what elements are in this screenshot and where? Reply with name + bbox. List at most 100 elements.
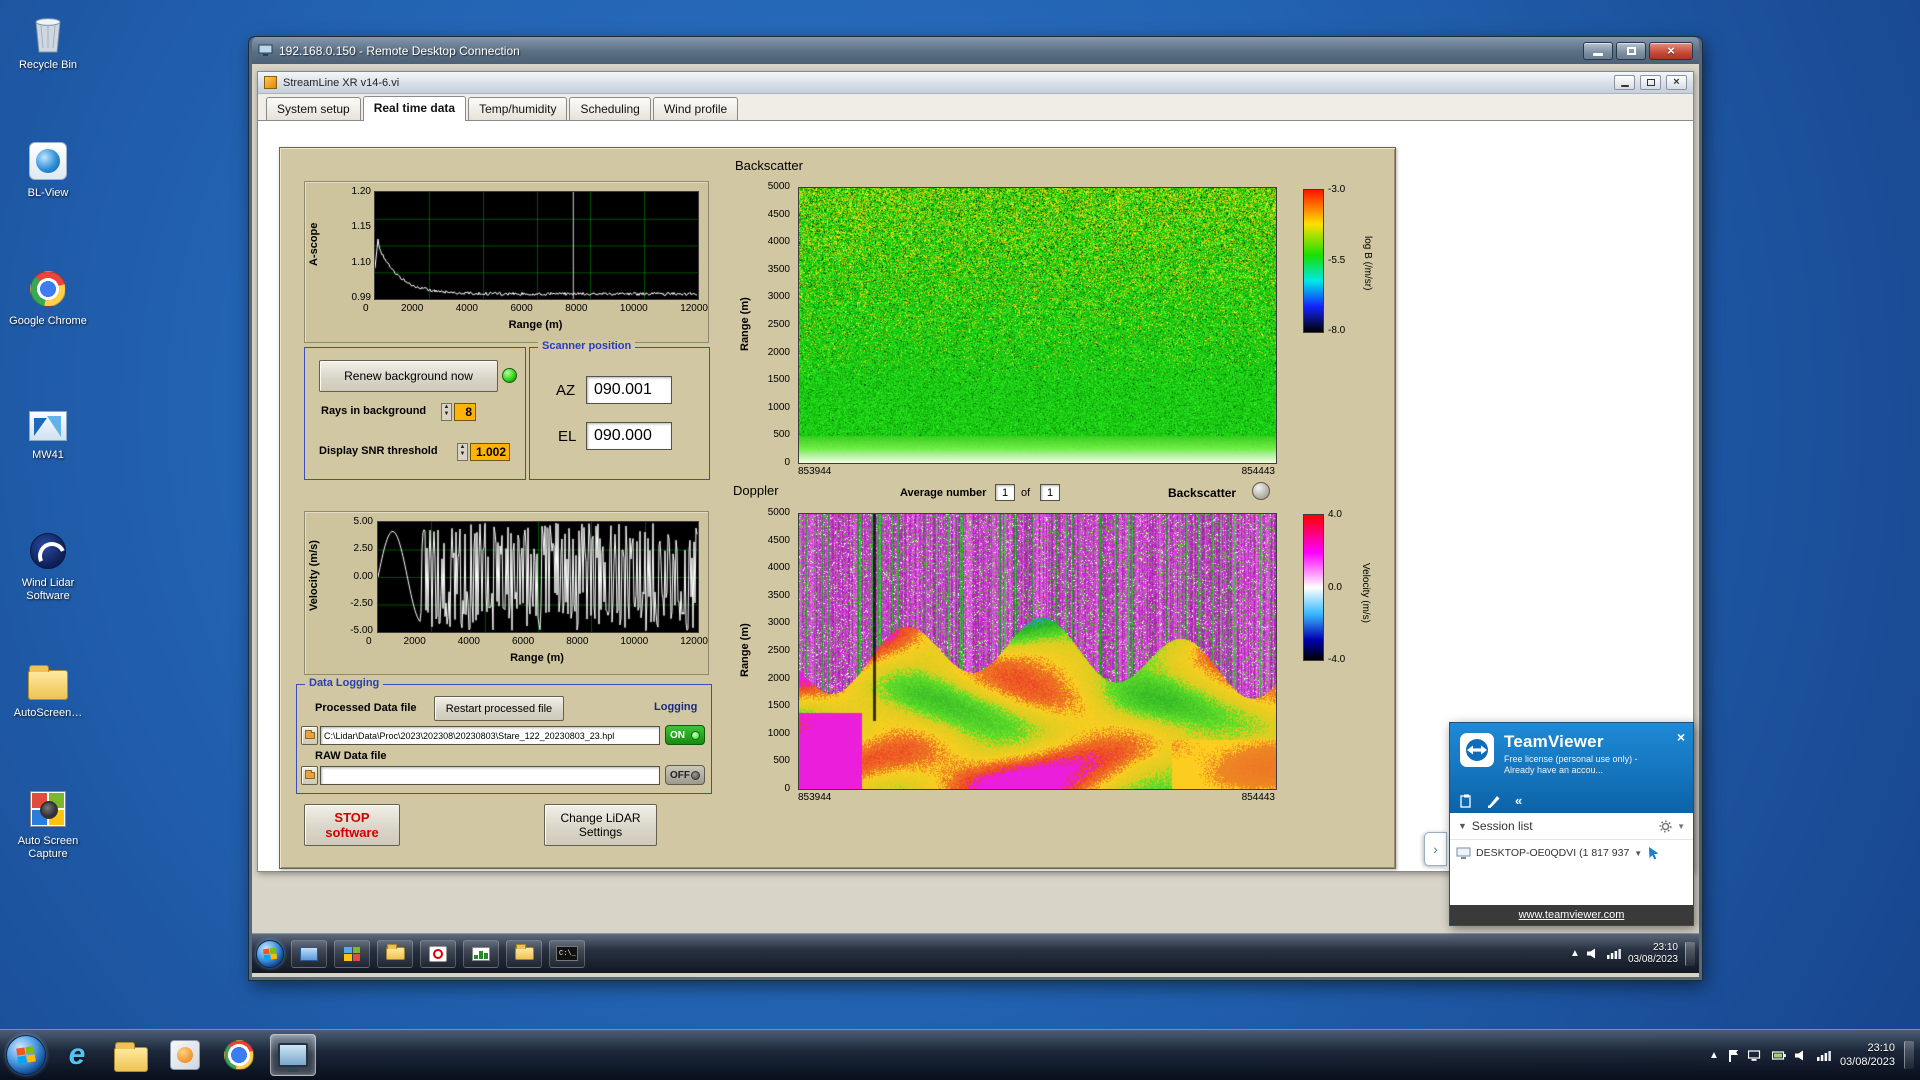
vi-close-button[interactable]: × <box>1666 75 1687 90</box>
renew-status-led <box>502 368 517 383</box>
rays-spinner[interactable]: ▲ ▼ <box>441 403 452 421</box>
desktop-icon-wind-lidar[interactable]: Wind Lidar Software <box>2 528 94 603</box>
folder-icon <box>114 1047 148 1072</box>
session-list-row[interactable]: ▼ Session list ▼ <box>1450 813 1693 840</box>
taskbar-rdp-icon-active[interactable] <box>270 1034 316 1076</box>
teamviewer-link[interactable]: www.teamviewer.com <box>1519 909 1625 921</box>
desktop-icon-autoscreen[interactable]: AutoScreen… <box>2 658 94 720</box>
renew-background-button[interactable]: Renew background now <box>319 360 498 392</box>
tray-volume-icon[interactable] <box>1795 1050 1808 1061</box>
vi-maximize-button[interactable] <box>1640 75 1661 90</box>
taskbar-media-player-icon[interactable] <box>162 1034 208 1076</box>
remote-tray-expand-icon[interactable]: ▲ <box>1570 948 1580 959</box>
remote-taskbar-power-app-icon[interactable] <box>420 940 456 968</box>
change-lidar-settings-button[interactable]: Change LiDAR Settings <box>544 804 657 846</box>
doppler-colorbar-label: Velocity (m/s) <box>1360 523 1371 663</box>
processed-logging-toggle[interactable]: ON <box>665 725 705 745</box>
stop-software-button[interactable]: STOP software <box>304 804 400 846</box>
remote-desktop-icon <box>278 1043 308 1067</box>
taskbar-clock[interactable]: 23:10 03/08/2023 <box>1840 1041 1895 1069</box>
tab-temp-humidity[interactable]: Temp/humidity <box>468 97 567 120</box>
average-of-field[interactable]: 1 <box>1040 484 1060 501</box>
rdp-maximize-button[interactable] <box>1616 42 1646 60</box>
desktop-icon-label: Wind Lidar Software <box>2 577 94 603</box>
el-label: EL <box>558 428 576 445</box>
desktop-icon-google-chrome[interactable]: Google Chrome <box>2 266 94 328</box>
system-tray: ▲ 23:10 03/08/2023 <box>1709 1041 1914 1069</box>
rdp-titlebar[interactable]: 192.168.0.150 - Remote Desktop Connectio… <box>252 37 1699 64</box>
desktop-icon-bl-view[interactable]: BL-View <box>2 138 94 200</box>
desktop-icon-auto-screen-capture[interactable]: Auto Screen Capture <box>2 786 94 861</box>
streamline-title: StreamLine XR v14-6.vi <box>283 77 1606 89</box>
host-taskbar: e ▲ 23:10 03/08/2023 <box>0 1029 1920 1080</box>
tray-flag-icon[interactable] <box>1728 1049 1739 1062</box>
remote-show-desktop-button[interactable] <box>1685 942 1695 966</box>
change-line2: Settings <box>579 825 622 839</box>
processed-path-browse-button[interactable] <box>301 726 318 745</box>
brush-icon[interactable] <box>1487 794 1501 808</box>
snr-spinner[interactable]: ▲ ▼ <box>457 443 468 461</box>
tab-wind-profile[interactable]: Wind profile <box>653 97 738 120</box>
el-value-field[interactable]: 090.000 <box>586 422 672 450</box>
tray-battery-icon[interactable] <box>1772 1050 1786 1061</box>
desktop-icon-label: Recycle Bin <box>2 59 94 72</box>
chevron-down-icon: ▼ <box>1458 821 1467 831</box>
show-desktop-button[interactable] <box>1904 1041 1914 1069</box>
teamviewer-collapse-tab[interactable]: › <box>1424 832 1447 866</box>
clipboard-icon[interactable] <box>1460 794 1473 808</box>
remote-network-icon[interactable] <box>1607 948 1621 959</box>
taskbar-chrome-icon[interactable] <box>216 1034 262 1076</box>
taskbar-ie-icon[interactable]: e <box>54 1034 100 1076</box>
tab-system-setup[interactable]: System setup <box>266 97 361 120</box>
processed-data-file-label: Processed Data file <box>315 702 417 714</box>
gear-icon[interactable] <box>1659 820 1672 833</box>
tab-scheduling[interactable]: Scheduling <box>569 97 650 120</box>
remote-clock[interactable]: 23:10 03/08/2023 <box>1628 942 1678 966</box>
rdp-minimize-button[interactable] <box>1583 42 1613 60</box>
on-led <box>691 731 700 740</box>
raw-path-browse-button[interactable] <box>301 766 318 785</box>
remote-volume-icon[interactable] <box>1587 948 1600 959</box>
teamviewer-footer: www.teamviewer.com <box>1450 905 1693 925</box>
az-value-field[interactable]: 090.001 <box>586 376 672 404</box>
taskbar-explorer-icon[interactable] <box>108 1034 154 1076</box>
backscatter-toggle[interactable] <box>1252 482 1270 500</box>
on-label: ON <box>670 730 685 741</box>
off-label: OFF <box>670 770 690 781</box>
auto-screen-capture-icon <box>25 786 71 832</box>
desktop-icon-recycle-bin[interactable]: Recycle Bin <box>2 10 94 72</box>
average-number-field[interactable]: 1 <box>995 484 1015 501</box>
backscatter-colorbar-label: log B (/m/sr) <box>1362 193 1373 333</box>
streamline-titlebar[interactable]: StreamLine XR v14-6.vi × <box>258 72 1693 94</box>
velocity-y-axis-label: Velocity (m/s) <box>308 521 320 631</box>
vi-minimize-button[interactable] <box>1614 75 1635 90</box>
velocity-y-ticks: 5.00 2.50 0.00 -2.50 -5.00 <box>329 516 373 636</box>
tray-network-icon[interactable] <box>1817 1050 1831 1061</box>
remote-taskbar-cmd-icon[interactable]: C:\_ <box>549 940 585 968</box>
raw-path-field[interactable] <box>320 766 660 785</box>
desktop-icon-mw41[interactable]: MW41 <box>2 400 94 462</box>
tray-expand-icon[interactable]: ▲ <box>1709 1050 1719 1061</box>
gear-dropdown-icon[interactable]: ▼ <box>1677 822 1685 831</box>
remote-taskbar-chart-app-icon[interactable] <box>463 940 499 968</box>
restart-processed-file-button[interactable]: Restart processed file <box>434 696 564 721</box>
rdp-close-button[interactable]: × <box>1649 42 1693 60</box>
tray-rdp-bar-icon[interactable] <box>1748 1050 1763 1061</box>
remote-taskbar-app-icon[interactable] <box>334 940 370 968</box>
session-dropdown-icon[interactable]: ▼ <box>1634 849 1642 858</box>
snr-value-field[interactable]: 1.002 <box>470 443 510 461</box>
backscatter-x-start: 853944 <box>798 466 831 477</box>
remote-taskbar-folder2-icon[interactable] <box>506 940 542 968</box>
raw-logging-toggle[interactable]: OFF <box>665 765 705 785</box>
rays-value-field[interactable]: 8 <box>454 403 476 421</box>
remote-start-button[interactable] <box>256 940 284 968</box>
session-entry-row[interactable]: DESKTOP-OE0QDVI (1 817 937 ▼ <box>1450 840 1693 866</box>
processed-path-field[interactable]: C:\Lidar\Data\Proc\2023\202308\20230803\… <box>320 726 660 745</box>
teamviewer-close-icon[interactable]: × <box>1677 729 1685 745</box>
remote-taskbar-folder-icon[interactable] <box>377 940 413 968</box>
start-button[interactable] <box>6 1035 46 1075</box>
tab-real-time-data[interactable]: Real time data <box>363 96 466 121</box>
collapse-chevrons-icon[interactable]: « <box>1515 793 1522 808</box>
remote-taskbar-explor-window-icon[interactable] <box>291 940 327 968</box>
connect-cursor-icon[interactable] <box>1647 846 1661 860</box>
